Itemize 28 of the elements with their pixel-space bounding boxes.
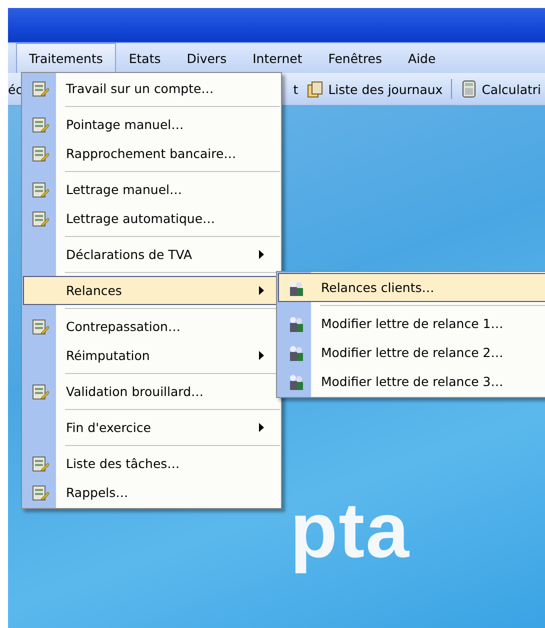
menu-item[interactable]: Contrepassation…: [23, 312, 280, 341]
menu-item[interactable]: Réimputation: [23, 341, 280, 370]
menu-item[interactable]: Déclarations de TVA: [23, 240, 280, 269]
toolbar-button[interactable]: Calculatri: [456, 80, 545, 98]
menu-item[interactable]: Modifier lettre de relance 3…: [278, 367, 545, 396]
logo-text: pta: [290, 485, 410, 576]
menu-item[interactable]: Pointage manuel…: [23, 110, 280, 139]
journal-icon: [306, 80, 324, 98]
calculator-icon: [460, 80, 478, 98]
menu-item[interactable]: Modifier lettre de relance 1…: [278, 309, 545, 338]
menu-item[interactable]: Liste des tâches…: [23, 449, 280, 478]
menu-title[interactable]: Fenêtres: [315, 43, 396, 73]
menu-item[interactable]: Lettrage automatique…: [23, 204, 280, 233]
toolbar-button[interactable]: Liste des journaux: [302, 80, 447, 98]
menu-title[interactable]: Traitements: [16, 43, 116, 73]
menu-item[interactable]: Fin d'exercice: [23, 413, 280, 442]
menu-title[interactable]: Etats: [116, 43, 174, 73]
menu-title[interactable]: Divers: [174, 43, 240, 73]
menu-item[interactable]: Rapprochement bancaire…: [23, 139, 280, 168]
menu-item[interactable]: Validation brouillard…: [23, 377, 280, 406]
menu-item[interactable]: Lettrage manuel…: [23, 175, 280, 204]
menu-item[interactable]: Rappels…: [23, 478, 280, 507]
toolbar-button[interactable]: t: [289, 82, 302, 96]
menu-item[interactable]: Relances clients…: [278, 273, 545, 302]
menu-item[interactable]: Travail sur un compte…: [23, 74, 280, 103]
menu-title[interactable]: Aide: [395, 43, 449, 73]
menu-item[interactable]: Modifier lettre de relance 2…: [278, 338, 545, 367]
menu-title[interactable]: Internet: [240, 43, 316, 73]
